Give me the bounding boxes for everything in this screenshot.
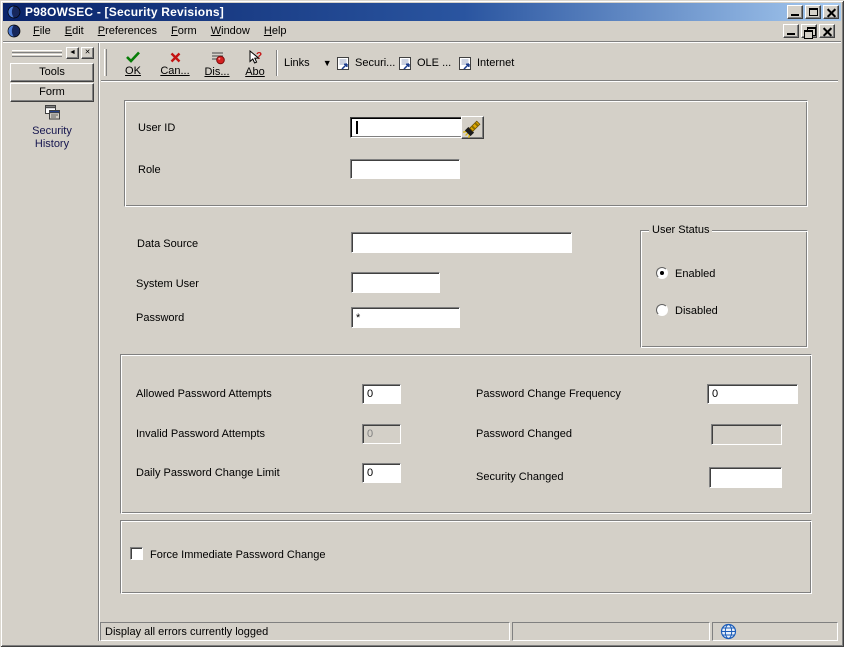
menu-item-form[interactable]: Form: [164, 23, 204, 39]
minimize-button[interactable]: [787, 5, 803, 19]
password-change-frequency-label: Password Change Frequency: [476, 388, 621, 400]
about-icon: ?: [247, 49, 263, 65]
mdi-restore-icon: [803, 26, 816, 39]
security-changed-input[interactable]: [709, 467, 782, 488]
toolbar-gripper[interactable]: [104, 49, 107, 76]
cancel-button[interactable]: Can...: [154, 47, 196, 80]
visual-assist-button[interactable]: [461, 116, 484, 139]
globe-icon: [720, 623, 737, 640]
links-label: Links: [284, 57, 310, 69]
links-dropdown[interactable]: Links ▼: [284, 52, 332, 74]
mdi-restore-button[interactable]: [801, 24, 817, 39]
ole-exit-button[interactable]: OLE ...: [398, 52, 451, 74]
invalid-password-attempts-label: Invalid Password Attempts: [136, 428, 266, 440]
security-changed-label: Security Changed: [476, 471, 564, 483]
sidebar-close-button[interactable]: ✕: [81, 47, 94, 59]
password-input[interactable]: [351, 307, 460, 328]
data-source-label: Data Source: [137, 238, 199, 250]
daily-password-change-limit-input[interactable]: [362, 463, 401, 483]
maximize-button[interactable]: [805, 5, 821, 19]
status-panel-3: [712, 622, 838, 641]
mdi-close-button[interactable]: [819, 24, 835, 38]
invalid-password-attempts-input: [362, 424, 401, 444]
force-change-label[interactable]: Force Immediate Password Change: [150, 549, 325, 562]
toolbar-divider: [101, 80, 838, 82]
disabled-radio-label[interactable]: Disabled: [675, 305, 718, 318]
security-history-icon: [44, 104, 61, 121]
mdi-minimize-icon: [787, 33, 795, 35]
sidebar-scroll-button[interactable]: ◄: [66, 47, 79, 59]
menu-item-file[interactable]: File: [26, 23, 58, 39]
allowed-password-attempts-label: Allowed Password Attempts: [136, 388, 272, 400]
sidebar: ◄ ✕ Tools Form Security History: [8, 44, 97, 640]
password-change-frequency-input[interactable]: [707, 384, 798, 404]
sidebar-main-divider: [98, 43, 100, 641]
menubar: File Edit Preferences Form Window Help: [3, 22, 841, 40]
internet-exit-button[interactable]: Internet: [458, 52, 514, 74]
menubar-divider: [3, 41, 841, 43]
menu-item-help[interactable]: Help: [257, 23, 294, 39]
tab-form[interactable]: Form: [10, 83, 94, 102]
user-status-groupbox: User Status: [640, 224, 808, 348]
sidebar-item-security-history[interactable]: Security History: [10, 104, 94, 151]
allowed-password-attempts-input[interactable]: [362, 384, 401, 404]
role-input[interactable]: [350, 159, 460, 179]
toolbar-separator: [276, 50, 278, 76]
user-id-label: User ID: [138, 122, 176, 134]
menu-item-window[interactable]: Window: [204, 23, 257, 39]
display-errors-button[interactable]: Dis...: [198, 47, 236, 80]
role-label: Role: [138, 164, 161, 176]
password-changed-input: [711, 424, 782, 445]
password-changed-label: Password Changed: [476, 428, 573, 440]
cancel-x-icon: [169, 51, 182, 64]
system-user-input[interactable]: [351, 272, 440, 293]
security-exit-button[interactable]: Securi...: [336, 52, 395, 74]
app-window: P98OWSEC - [Security Revisions] File Edi…: [0, 0, 844, 647]
app-icon[interactable]: [7, 5, 21, 19]
user-id-input[interactable]: [350, 117, 465, 138]
mdi-minimize-button[interactable]: [783, 24, 799, 38]
security-exit-icon: [336, 56, 350, 71]
close-icon: [827, 8, 836, 17]
mdi-system-icon[interactable]: [7, 24, 21, 38]
internet-icon: [458, 56, 472, 71]
status-panel-2: [512, 622, 710, 641]
password-label: Password: [136, 312, 185, 324]
status-message: Display all errors currently logged: [105, 625, 269, 638]
daily-password-change-limit-label: Daily Password Change Limit: [136, 467, 280, 479]
minimize-icon: [791, 14, 799, 16]
ok-check-icon: [125, 51, 141, 64]
text-caret: [356, 121, 358, 134]
maximize-icon: [808, 8, 818, 16]
enabled-radio[interactable]: [656, 267, 668, 279]
tab-tools[interactable]: Tools: [10, 63, 94, 82]
display-errors-icon: [210, 50, 225, 65]
disabled-radio[interactable]: [656, 304, 668, 316]
status-message-panel: Display all errors currently logged: [100, 622, 510, 641]
menu-item-preferences[interactable]: Preferences: [91, 23, 164, 39]
flashlight-icon: [462, 117, 484, 139]
about-button[interactable]: ? Abo: [238, 47, 272, 80]
ok-button[interactable]: OK: [114, 47, 152, 80]
sidebar-gripper[interactable]: ◄ ✕: [10, 46, 94, 60]
enabled-radio-label[interactable]: Enabled: [675, 268, 715, 281]
user-status-legend: User Status: [649, 224, 713, 236]
system-user-label: System User: [136, 278, 199, 290]
force-change-checkbox[interactable]: [130, 547, 143, 560]
sidebar-grip-lines: [10, 49, 64, 58]
menu-item-edit[interactable]: Edit: [58, 23, 91, 39]
sidebar-item-label: Security History: [32, 125, 72, 150]
titlebar[interactable]: P98OWSEC - [Security Revisions]: [3, 3, 841, 21]
links-dropdown-icon: ▼: [322, 57, 332, 68]
mdi-close-icon: [823, 27, 832, 36]
window-title: P98OWSEC - [Security Revisions]: [25, 5, 224, 19]
close-button[interactable]: [823, 5, 839, 19]
ole-icon: [398, 56, 412, 71]
data-source-input[interactable]: [351, 232, 572, 253]
